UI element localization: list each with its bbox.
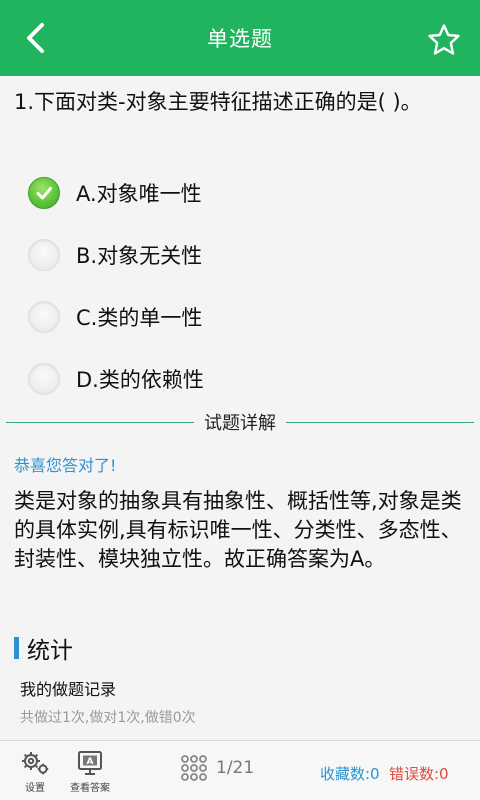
option-label: D.类的依赖性 [76, 368, 204, 392]
option-label: B.对象无关性 [76, 244, 203, 268]
option-label: A.对象唯一性 [76, 182, 202, 206]
settings-button[interactable]: 设置 [16, 749, 54, 794]
answer-monitor-icon: A [78, 751, 102, 775]
divider-line [6, 421, 194, 423]
radio-checked-icon [28, 177, 60, 209]
page-title: 单选题 [207, 27, 273, 51]
top-bar: 单选题 [0, 0, 480, 76]
view-answer-button[interactable]: A 查看答案 [66, 749, 114, 794]
bottom-toolbar: 设置 A 查看答案 1/21 收藏数:0 错误数:0 [0, 740, 480, 800]
svg-text:A: A [87, 757, 94, 767]
question-text: 1.下面对类-对象主要特征描述正确的是( )。 [14, 90, 422, 114]
grid-icon [181, 755, 207, 781]
page-indicator: 1/21 [216, 758, 255, 778]
option-label: C.类的单一性 [76, 306, 203, 330]
stats-heading: 统计 [14, 632, 73, 664]
option-c[interactable]: C.类的单一性 [0, 286, 480, 348]
result-message: 恭喜您答对了! [14, 456, 117, 475]
favorite-button[interactable] [424, 20, 464, 60]
record-title: 我的做题记录 [20, 680, 117, 699]
question-navigator[interactable]: 1/21 [180, 754, 254, 782]
radio-unchecked-icon [28, 363, 60, 395]
back-button[interactable] [18, 20, 54, 56]
option-d[interactable]: D.类的依赖性 [0, 348, 480, 410]
favorites-count: 收藏数:0 [320, 765, 380, 783]
view-answer-label: 查看答案 [70, 783, 110, 794]
explanation-divider: 试题详解 [6, 408, 474, 436]
chevron-left-icon [27, 23, 44, 53]
option-a[interactable]: A.对象唯一性 [0, 162, 480, 224]
gear-icon [22, 752, 49, 775]
explanation-text: 类是对象的抽象具有抽象性、概括性等,对象是类的具体实例,具有标识唯一性、分类性、… [14, 489, 462, 571]
errors-count: 错误数:0 [389, 765, 449, 783]
divider-line [286, 421, 474, 423]
answer-options: A.对象唯一性 B.对象无关性 C.类的单一性 D.类的依赖性 [0, 162, 480, 410]
radio-unchecked-icon [28, 239, 60, 271]
heading-accent-bar [14, 637, 19, 659]
record-summary: 共做过1次,做对1次,做错0次 [20, 710, 196, 726]
star-outline-icon [428, 24, 460, 55]
stats-title: 统计 [27, 638, 73, 664]
explanation-section-label: 试题详解 [204, 413, 276, 434]
radio-unchecked-icon [28, 301, 60, 333]
settings-label: 设置 [25, 783, 45, 794]
option-b[interactable]: B.对象无关性 [0, 224, 480, 286]
